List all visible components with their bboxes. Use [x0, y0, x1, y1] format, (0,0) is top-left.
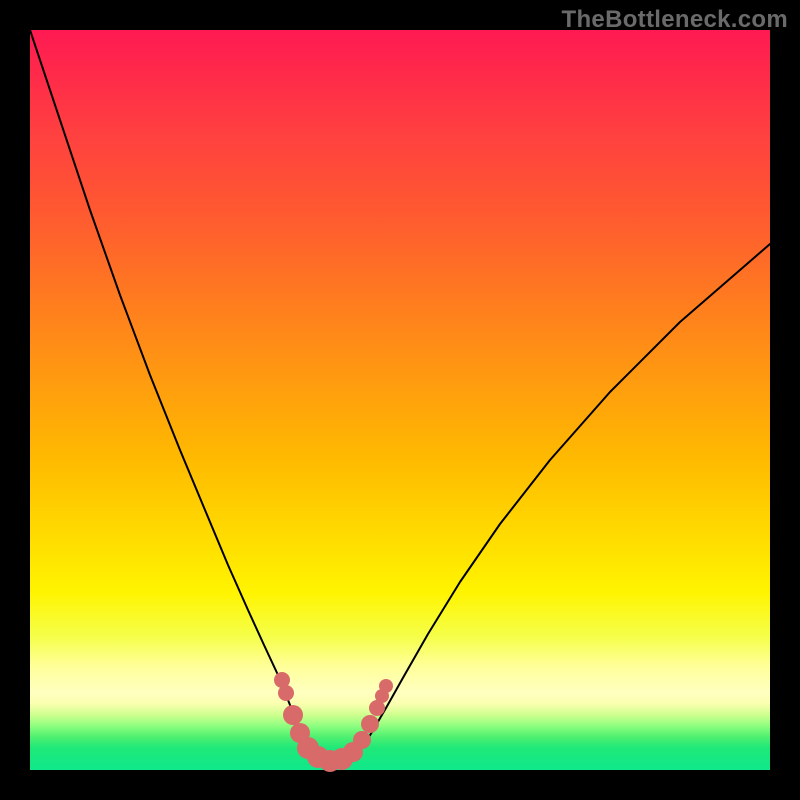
outer-frame: TheBottleneck.com [0, 0, 800, 800]
marker-layer [274, 672, 393, 772]
curve-layer [30, 30, 770, 762]
chart-svg [30, 30, 770, 770]
valley-marker [278, 685, 294, 701]
valley-marker [361, 715, 379, 733]
bottleneck-curve [30, 30, 770, 762]
valley-marker [379, 679, 393, 693]
valley-marker [353, 731, 371, 749]
valley-marker [283, 705, 303, 725]
